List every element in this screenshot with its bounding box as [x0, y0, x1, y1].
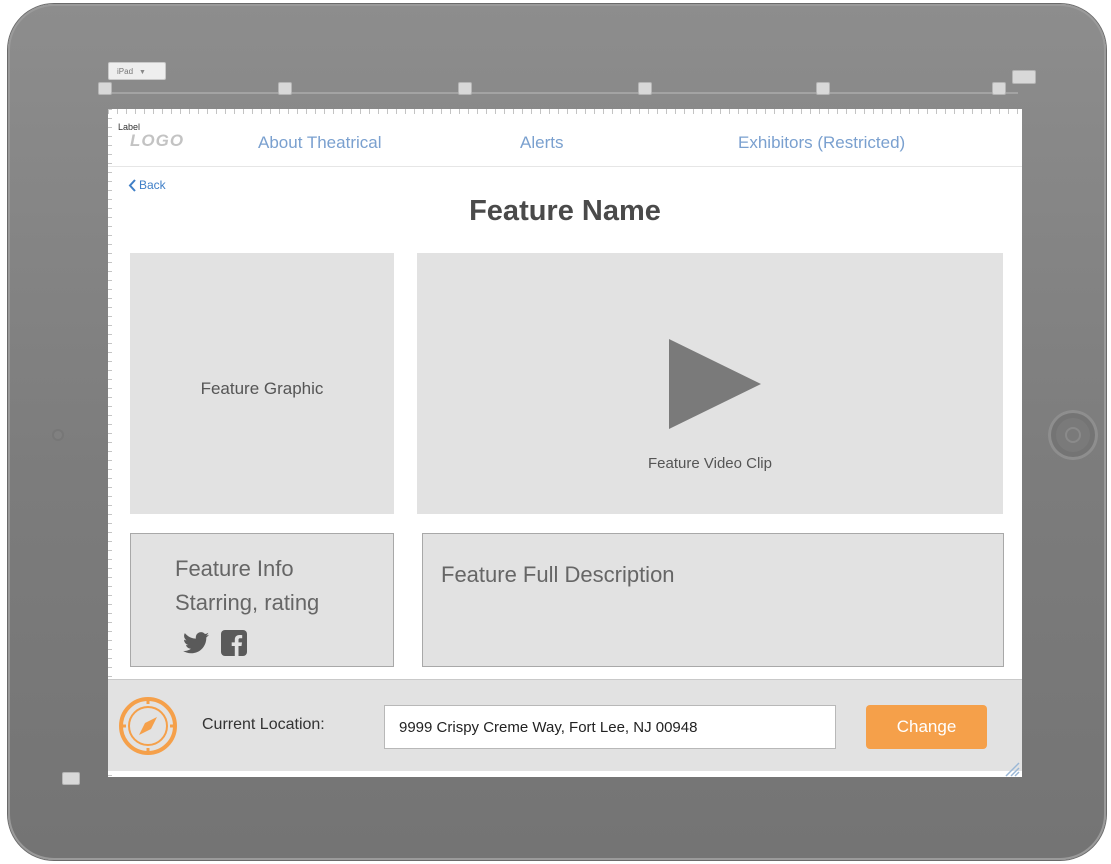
back-button[interactable]: Back	[128, 178, 166, 192]
feature-graphic: Feature Graphic	[130, 253, 394, 514]
location-input[interactable]	[384, 705, 836, 749]
compass-icon[interactable]	[116, 694, 180, 758]
feature-info-title: Feature Info	[175, 556, 294, 581]
nav-link-about-theatrical[interactable]: About Theatrical	[258, 133, 381, 153]
nav-link-exhibitors[interactable]: Exhibitors (Restricted)	[738, 133, 905, 153]
feature-video-clip[interactable]: Feature Video Clip	[417, 253, 1003, 514]
nav-divider	[108, 166, 1022, 167]
ruler-handle[interactable]	[278, 82, 292, 95]
ruler-handle[interactable]	[62, 772, 80, 785]
device-screen: Label LOGO About Theatrical Alerts Exhib…	[108, 109, 1022, 777]
ruler-handle[interactable]	[816, 82, 830, 95]
feature-graphic-label: Feature Graphic	[200, 379, 324, 398]
logo[interactable]: LOGO	[130, 131, 184, 151]
feature-description-title: Feature Full Description	[441, 562, 675, 587]
twitter-icon[interactable]	[183, 632, 209, 654]
ruler-ticks-top	[108, 109, 1022, 114]
nav-link-alerts[interactable]: Alerts	[520, 133, 563, 153]
location-bar: Current Location: Change	[108, 679, 1022, 771]
feature-info-subtitle: Starring, rating	[175, 590, 320, 615]
feature-full-description: Feature Full Description	[422, 533, 1004, 667]
feature-info: Feature Info Starring, rating	[130, 533, 394, 667]
camera-icon	[52, 429, 64, 441]
device-selector-label: iPad	[117, 67, 134, 76]
home-button[interactable]	[1048, 410, 1098, 460]
feature-video-label: Feature Video Clip	[648, 455, 772, 472]
ruler-top	[104, 92, 1018, 94]
chevron-left-icon	[128, 178, 136, 192]
chevron-down-icon: ▼	[139, 69, 146, 76]
ruler-handle[interactable]	[98, 82, 112, 95]
resize-handle-icon[interactable]	[1002, 759, 1020, 777]
ruler-handle[interactable]	[992, 82, 1006, 95]
current-location-label: Current Location:	[202, 716, 325, 733]
ruler-handle[interactable]	[458, 82, 472, 95]
social-icons	[183, 630, 247, 656]
play-icon[interactable]	[669, 339, 761, 429]
back-label: Back	[139, 178, 166, 192]
ruler-handle[interactable]	[638, 82, 652, 95]
facebook-icon[interactable]	[221, 630, 247, 656]
page-title: Feature Name	[469, 195, 661, 227]
ruler-end-handle[interactable]	[1012, 70, 1036, 84]
change-location-button[interactable]: Change	[866, 705, 987, 749]
device-selector[interactable]: iPad ▼	[108, 62, 166, 80]
